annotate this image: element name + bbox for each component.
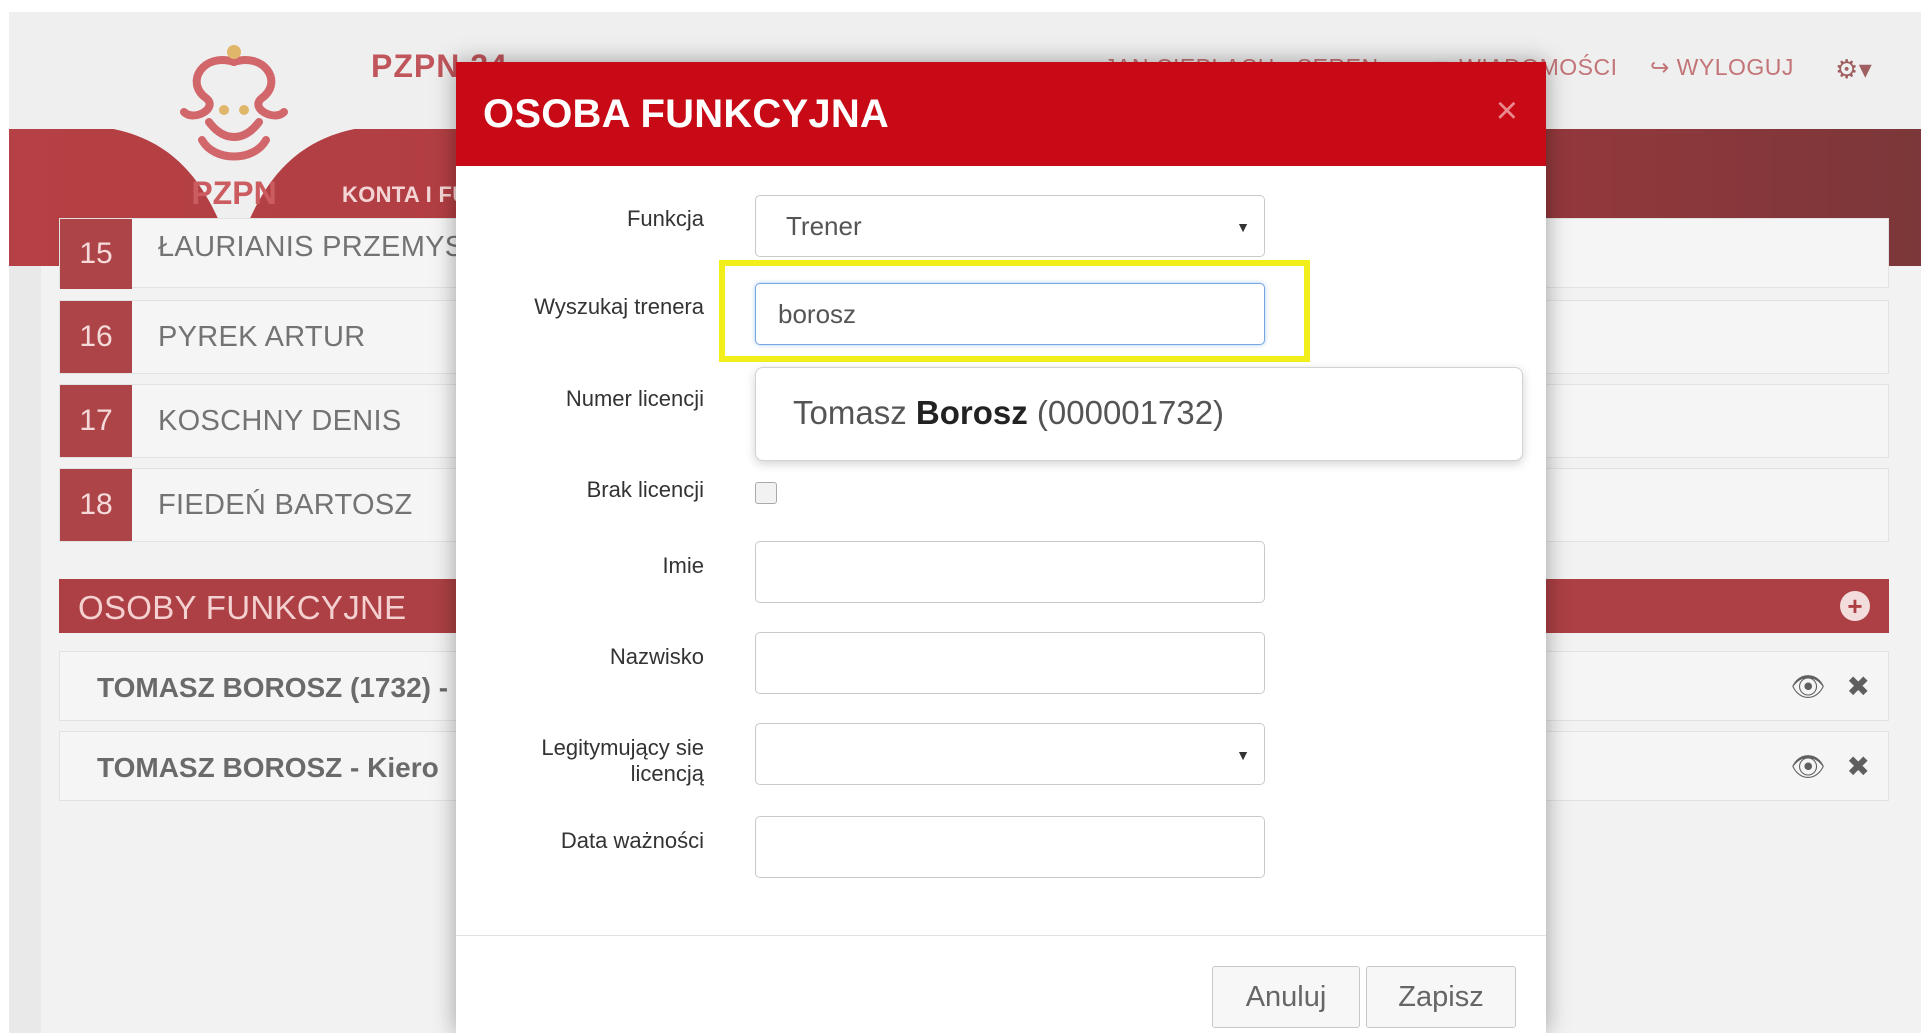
modal-footer-divider (456, 935, 1546, 936)
expiry-date-label: Data ważności (560, 828, 704, 853)
function-label: Funkcja (626, 206, 704, 231)
autocomplete-dropdown: Tomasz Borosz (000001732) (755, 367, 1523, 461)
licence-number-label: Numer licencji (565, 386, 704, 411)
no-licence-checkbox[interactable] (755, 482, 777, 504)
first-name-label: Imie (662, 553, 704, 578)
licence-holder-label-line1: Legitymujący sie (541, 735, 704, 760)
expiry-date-input[interactable] (755, 816, 1265, 878)
search-highlight-box (719, 260, 1310, 362)
save-button[interactable]: Zapisz (1366, 966, 1516, 1028)
licence-holder-select[interactable]: ▼ (755, 723, 1265, 785)
search-coach-label: Wyszukaj trenera (534, 294, 704, 319)
person-modal: OSOBA FUNKCYJNA × Funkcja Trener ▼ Wyszu… (456, 62, 1546, 1033)
last-name-label: Nazwisko (609, 644, 704, 669)
modal-header: OSOBA FUNKCYJNA × (456, 62, 1546, 166)
last-name-input[interactable] (755, 632, 1265, 694)
licence-holder-label: Legitymujący sie licencją (541, 735, 704, 787)
suggestion-licence: (000001732) (1036, 394, 1225, 431)
first-name-input[interactable] (755, 541, 1265, 603)
caret-down-icon: ▼ (1236, 747, 1250, 763)
close-icon[interactable]: × (1496, 92, 1518, 130)
cancel-button[interactable]: Anuluj (1212, 966, 1360, 1028)
modal-title: OSOBA FUNKCYJNA (483, 92, 889, 136)
licence-holder-label-line2: licencją (630, 761, 704, 786)
caret-down-icon: ▼ (1236, 219, 1250, 235)
no-licence-label: Brak licencji (586, 477, 704, 502)
suggestion-first-name: Tomasz (793, 394, 907, 431)
autocomplete-suggestion[interactable]: Tomasz Borosz (000001732) (793, 394, 1224, 432)
function-value: Trener (786, 210, 862, 241)
suggestion-match: Borosz (915, 394, 1028, 431)
function-select[interactable]: Trener ▼ (755, 195, 1265, 257)
